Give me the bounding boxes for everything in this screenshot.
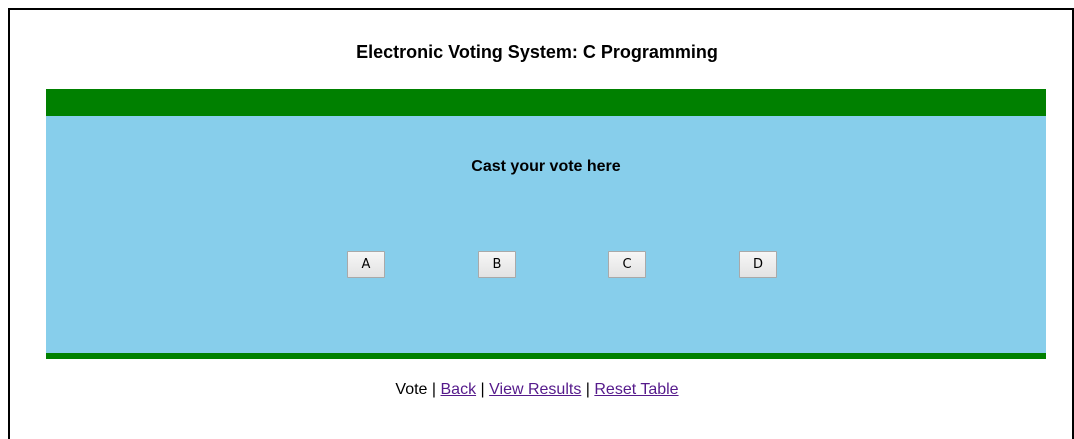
nav-current-vote: Vote <box>395 381 428 398</box>
voting-panel <box>46 116 1046 353</box>
vote-prompt: Cast your vote here <box>471 158 621 175</box>
header-bar <box>46 89 1046 116</box>
footer-bar <box>46 353 1046 359</box>
view-results-link[interactable]: View Results <box>489 381 581 398</box>
vote-button-c[interactable]: C <box>608 251 646 278</box>
bottom-nav: Vote | Back | View Results | Reset Table <box>0 381 1074 399</box>
nav-separator: | <box>427 381 441 398</box>
reset-table-link[interactable]: Reset Table <box>594 381 678 398</box>
vote-button-a[interactable]: A <box>347 251 385 278</box>
back-link[interactable]: Back <box>441 381 477 398</box>
vote-button-b[interactable]: B <box>478 251 516 278</box>
page-title: Electronic Voting System: C Programming <box>356 42 718 62</box>
vote-button-d[interactable]: D <box>739 251 777 278</box>
nav-separator: | <box>476 381 490 398</box>
nav-separator: | <box>581 381 595 398</box>
